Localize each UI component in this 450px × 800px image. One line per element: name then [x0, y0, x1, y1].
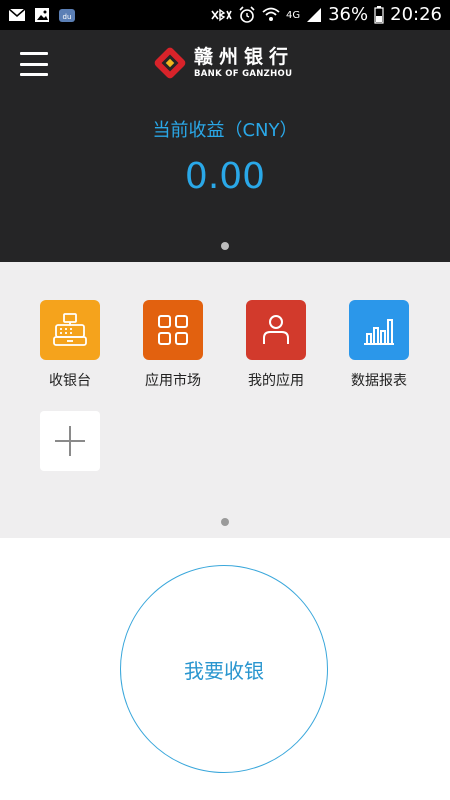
bottom-area: 我要收银 [0, 538, 450, 800]
grid-icon [143, 300, 203, 360]
app-notification-icon: du [58, 7, 76, 23]
battery-percent: 36% [328, 4, 369, 25]
user-icon [246, 300, 306, 360]
app-cashier[interactable]: 收银台 [20, 300, 120, 390]
svg-text:du: du [63, 13, 72, 21]
app-label: 应用市场 [145, 373, 201, 389]
app-my-apps[interactable]: 我的应用 [226, 300, 326, 390]
apps-page-indicator [221, 518, 229, 526]
wifi-icon [262, 7, 280, 23]
app-grid: 收银台 应用市场 我的应用 数据报表 [0, 262, 450, 538]
bar-chart-icon [349, 300, 409, 360]
plus-icon [53, 424, 87, 458]
bank-name-cn: 赣州银行 [194, 46, 295, 68]
bluetooth-vibrate-icon [210, 7, 232, 23]
cash-register-icon [40, 300, 100, 360]
alarm-icon [238, 6, 256, 24]
earnings-label: 当前收益（CNY） [152, 120, 298, 141]
app-label: 数据报表 [351, 373, 407, 389]
status-bar: du 4G 36% 20:26 [0, 0, 450, 30]
signal-icon [306, 7, 322, 23]
bank-logo-icon [152, 45, 188, 81]
bank-name-en: BANK OF GANZHOU [194, 69, 293, 79]
collect-payment-label: 我要收银 [184, 658, 264, 683]
app-label: 我的应用 [248, 373, 304, 389]
collect-payment-button[interactable]: 我要收银 [120, 565, 328, 773]
header-page-indicator [221, 242, 229, 250]
menu-button[interactable] [20, 52, 48, 76]
battery-icon [374, 6, 384, 24]
earnings-value: 0.00 [184, 156, 266, 197]
clock: 20:26 [390, 4, 442, 25]
app-data-report[interactable]: 数据报表 [329, 300, 429, 390]
hamburger-icon [20, 52, 48, 55]
bank-logo: 赣州银行 BANK OF GANZHOU [152, 45, 294, 81]
add-app-button[interactable] [40, 411, 100, 471]
app-market[interactable]: 应用市场 [123, 300, 223, 390]
mail-icon [8, 8, 26, 22]
network-type: 4G [285, 9, 301, 21]
image-icon [34, 7, 50, 23]
header: 赣州银行 BANK OF GANZHOU 当前收益（CNY） 0.00 [0, 30, 450, 262]
app-label: 收银台 [49, 373, 91, 389]
